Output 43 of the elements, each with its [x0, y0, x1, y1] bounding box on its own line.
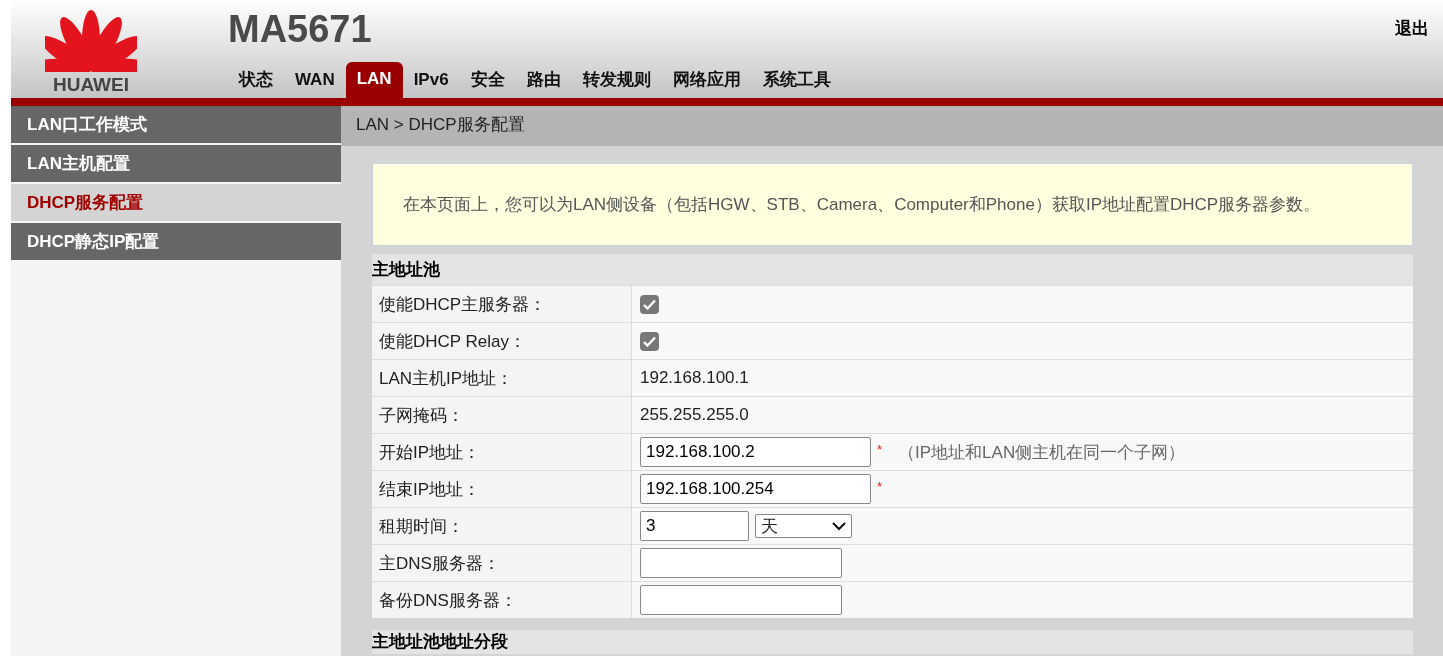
nav-tab[interactable]: WAN — [284, 68, 346, 92]
logo-text: HUAWEI — [53, 74, 129, 96]
section-title: 主地址池 — [372, 254, 1413, 285]
input-field[interactable] — [640, 548, 842, 578]
field-label: 备份DNS服务器： — [372, 582, 632, 618]
nav-tab[interactable]: 转发规则 — [571, 68, 662, 92]
logout-link[interactable]: 退出 — [1395, 17, 1429, 40]
value-text: 192.168.100.1 — [640, 368, 749, 388]
input-field[interactable] — [640, 585, 842, 615]
input-field[interactable]: 3 — [640, 511, 749, 541]
sidebar-item[interactable]: LAN口工作模式 — [11, 106, 341, 143]
nav-tab[interactable]: 网络应用 — [661, 68, 752, 92]
nav-tab[interactable]: 状态 — [228, 68, 284, 92]
field-label: 子网掩码： — [372, 397, 632, 433]
required-mark: * — [877, 442, 883, 457]
nav-tab[interactable]: LAN — [345, 62, 403, 98]
field-label: 租期时间： — [372, 508, 632, 544]
nav-tab[interactable]: IPv6 — [402, 68, 460, 92]
section-title: 主地址池地址分段 — [372, 630, 1413, 654]
unit-select[interactable]: 天 — [755, 514, 852, 538]
checkbox[interactable] — [640, 331, 659, 351]
hint-text: （IP地址和LAN侧主机在同一个子网） — [898, 441, 1186, 464]
sidebar-item[interactable]: DHCP静态IP配置 — [11, 223, 341, 260]
info-text: 在本页面上，您可以为LAN侧设备（包括HGW、STB、Camera、Computer和Phone）获取IP地址配置DHCP服务器参数。 — [372, 163, 1413, 246]
field-label: 结束IP地址： — [372, 471, 632, 507]
nav-tab[interactable]: 安全 — [459, 68, 516, 92]
field-label: LAN主机IP地址： — [372, 360, 632, 396]
chevron-down-icon — [832, 521, 846, 531]
value-text: 255.255.255.0 — [640, 405, 749, 425]
field-label: 使能DHCP Relay： — [372, 323, 632, 359]
field-label: 主DNS服务器： — [372, 545, 632, 581]
breadcrumb: LAN > DHCP服务配置 — [341, 106, 1443, 146]
sidebar-item[interactable]: LAN主机配置 — [11, 145, 341, 182]
field-label: 使能DHCP主服务器： — [372, 286, 632, 322]
checkbox[interactable] — [640, 294, 659, 314]
device-model-title: MA5671 — [228, 8, 372, 52]
sidebar-item[interactable]: DHCP服务配置 — [11, 184, 341, 221]
required-mark: * — [877, 479, 883, 494]
nav-tab[interactable]: 系统工具 — [751, 68, 842, 92]
input-field[interactable]: 192.168.100.2 — [640, 437, 871, 467]
input-field[interactable]: 192.168.100.254 — [640, 474, 871, 504]
nav-tab[interactable]: 路由 — [515, 68, 572, 92]
field-label: 开始IP地址： — [372, 434, 632, 470]
